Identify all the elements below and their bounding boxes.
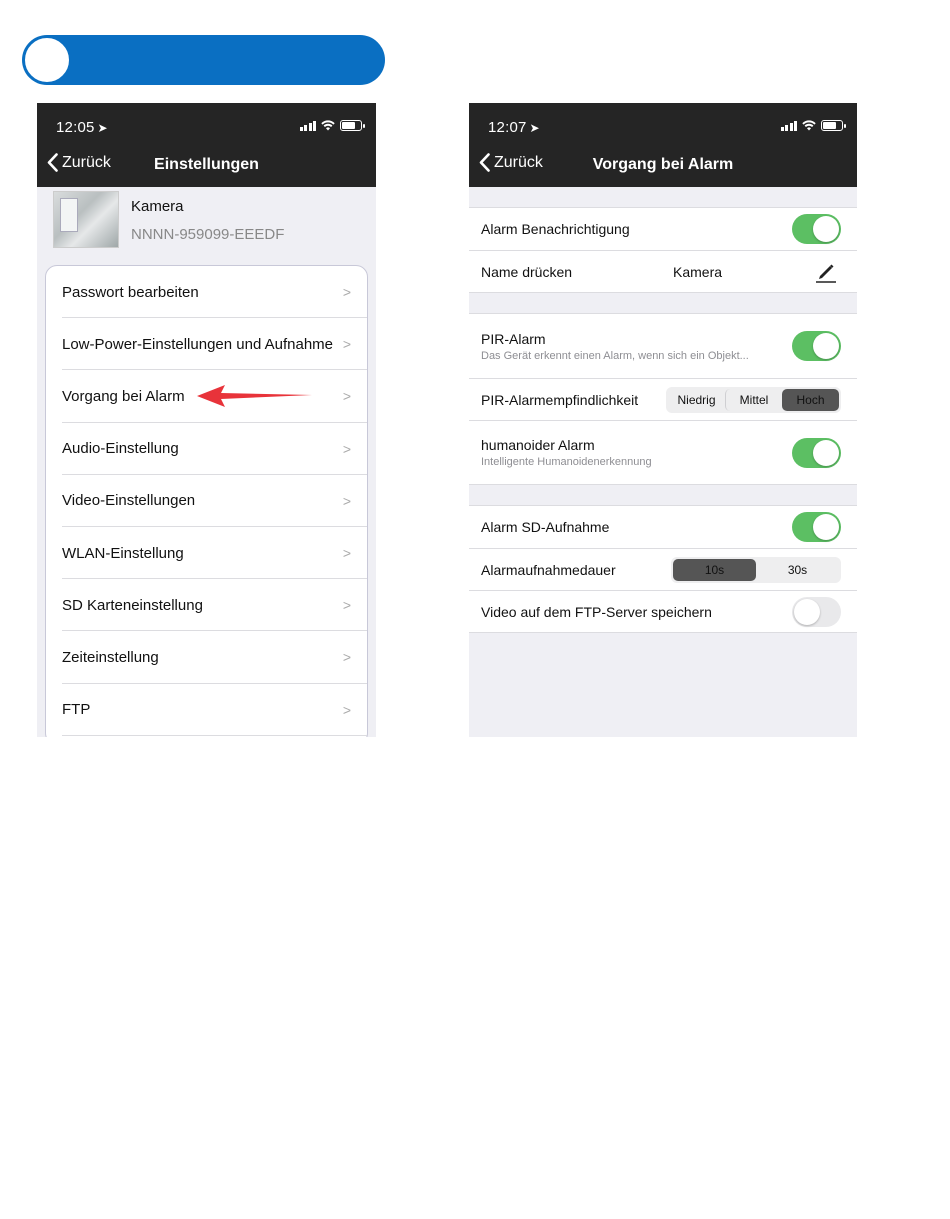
alarm-action-screen: 12:07 ➤ Zurück Vorgang bei Alarm Alarm Be… [469,103,857,737]
sd-recording-toggle[interactable] [792,512,841,542]
chevron-right-icon: > [342,388,351,405]
pir-alarm-label: PIR-Alarm [481,330,546,347]
pir-group: PIR-Alarm Das Gerät erkennt einen Alarm,… [469,313,857,485]
pir-sensitivity-segmented-control: Niedrig Mittel Hoch [666,386,841,413]
pir-sensitivity-label: PIR-Alarmempfindlichkeit [481,391,639,408]
settings-screen: 12:05 ➤ Zurück Einstellungen Kamera NNNN-… [37,103,376,737]
alarm-notification-label: Alarm Benachrichtigung [481,221,630,237]
nav-bar: 12:05 ➤ Zurück Einstellungen [37,103,376,187]
menu-item-ftp[interactable]: FTP > [46,684,367,736]
red-arrow-pointer [197,385,312,407]
menu-item-wlan[interactable]: WLAN-Einstellung > [46,527,367,580]
sd-recording-label: Alarm SD-Aufnahme [481,519,610,535]
alarm-notification-row: Alarm Benachrichtigung [469,208,857,250]
humanoid-alarm-row: humanoider Alarm Intelligente Humanoiden… [469,420,857,484]
duration-option-10s[interactable]: 10s [673,558,756,581]
chevron-right-icon: > [342,597,351,614]
alarm-notification-toggle[interactable] [792,214,841,244]
chevron-right-icon: > [342,544,351,561]
menu-item-low-power[interactable]: Low-Power-Einstellungen und Aufnahme > [46,318,367,371]
status-time: 12:07 ➤ [488,119,540,136]
camera-header[interactable]: Kamera NNNN-959099-EEEDF [37,187,376,260]
humanoid-alarm-description: Intelligente Humanoidenerkennung [481,456,652,468]
camera-id: NNNN-959099-EEEDF [131,226,285,243]
chevron-right-icon: > [342,492,351,509]
humanoid-alarm-toggle[interactable] [792,437,841,468]
battery-icon [821,120,846,131]
sensitivity-option-medium[interactable]: Mittel [725,388,782,411]
nav-bar: 12:07 ➤ Zurück Vorgang bei Alarm [469,103,857,187]
pir-sensitivity-row: PIR-Alarmempfindlichkeit Niedrig Mittel … [469,378,857,420]
status-icons [299,120,365,131]
camera-thumbnail [53,191,119,248]
chevron-right-icon: > [342,336,351,353]
wifi-icon [802,120,816,131]
recording-duration-segmented-control: 10s 30s [671,556,841,583]
duration-option-30s[interactable]: 30s [756,559,839,581]
menu-item-password[interactable]: Passwort bearbeiten > [46,266,367,319]
camera-name-value: Kamera [673,263,723,280]
settings-menu: Passwort bearbeiten > Low-Power-Einstellu… [45,265,368,737]
location-arrow-icon: ➤ [97,121,108,135]
notification-group: Alarm Benachrichtigung Name drücken Kame… [469,207,857,293]
menu-item-time[interactable]: Zeiteinstellung > [46,631,367,684]
recording-group: Alarm SD-Aufnahme Alarmaufnahmedauer 10s… [469,505,857,633]
chevron-right-icon: > [342,440,351,457]
ftp-save-label: Video auf dem FTP-Server speichern [481,603,712,620]
name-press-row: Name drücken Kamera [469,250,857,292]
sd-recording-row: Alarm SD-Aufnahme [469,506,857,548]
sensitivity-option-high[interactable]: Hoch [782,388,839,411]
edit-pencil-icon[interactable] [815,261,837,283]
menu-item-sd-card[interactable]: SD Karteneinstellung > [46,579,367,632]
status-time: 12:05 ➤ [56,119,108,136]
ftp-save-row: Video auf dem FTP-Server speichern [469,590,857,632]
menu-item-video[interactable]: Video-Einstellungen > [46,475,367,528]
page-title: Vorgang bei Alarm [592,156,734,173]
location-arrow-icon: ➤ [529,121,540,135]
humanoid-alarm-label: humanoider Alarm [481,437,595,453]
signal-icon [299,120,316,131]
wifi-icon [321,120,335,131]
camera-name: Kamera [131,198,184,215]
pir-alarm-row: PIR-Alarm Das Gerät erkennt einen Alarm,… [469,314,857,378]
ftp-save-toggle[interactable] [792,596,841,627]
pir-alarm-description: Das Gerät erkennt einen Alarm, wenn sich… [481,349,749,362]
battery-icon [340,120,365,131]
chevron-right-icon: > [342,284,351,300]
step-number-circle [24,37,70,83]
signal-icon [780,120,797,131]
sensitivity-option-low[interactable]: Niedrig [668,389,725,411]
status-icons [780,120,846,131]
chevron-right-icon: > [342,701,351,718]
chevron-right-icon: > [342,649,351,666]
page-title: Einstellungen [154,156,259,173]
recording-duration-label: Alarmaufnahmedauer [481,561,616,578]
name-press-label: Name drücken [481,263,573,280]
recording-duration-row: Alarmaufnahmedauer 10s 30s [469,548,857,590]
pir-alarm-toggle[interactable] [792,331,841,361]
step-banner [22,35,385,85]
menu-item-audio[interactable]: Audio-Einstellung > [46,423,367,475]
